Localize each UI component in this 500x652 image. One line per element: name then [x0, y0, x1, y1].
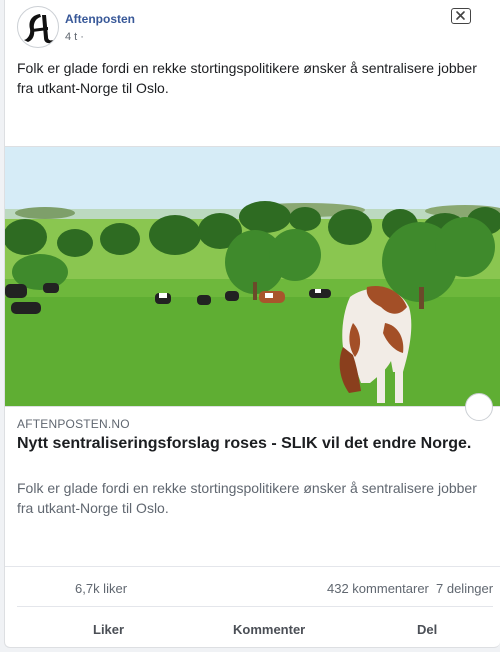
feed-post-card: Aftenposten 4 t · Folk er glade fordi en…	[4, 0, 500, 648]
like-button[interactable]: Liker	[93, 622, 124, 637]
shares-count[interactable]: 7 delinger	[436, 581, 493, 596]
divider	[17, 606, 493, 607]
comment-button[interactable]: Kommenter	[233, 622, 305, 637]
link-preview-image[interactable]	[5, 146, 500, 407]
post-timestamp[interactable]: 4 t ·	[65, 31, 84, 43]
comments-count[interactable]: 432 kommentarer	[327, 581, 429, 596]
link-domain: AFTENPOSTEN.NO	[17, 417, 130, 431]
link-headline[interactable]: Nytt sentraliseringsforslag roses - SLIK…	[17, 435, 493, 453]
aftenposten-logo-avatar[interactable]	[17, 6, 59, 48]
close-icon[interactable]	[451, 8, 471, 24]
link-share-circle[interactable]	[465, 393, 493, 421]
likes-count[interactable]: 6,7k liker	[75, 581, 127, 596]
page-name-link[interactable]: Aftenposten	[65, 12, 135, 26]
post-text: Folk er glade fordi en rekke stortingspo…	[17, 60, 477, 96]
share-button[interactable]: Del	[417, 622, 437, 637]
divider	[5, 566, 500, 567]
link-description: Folk er glade fordi en rekke stortingspo…	[17, 480, 477, 516]
